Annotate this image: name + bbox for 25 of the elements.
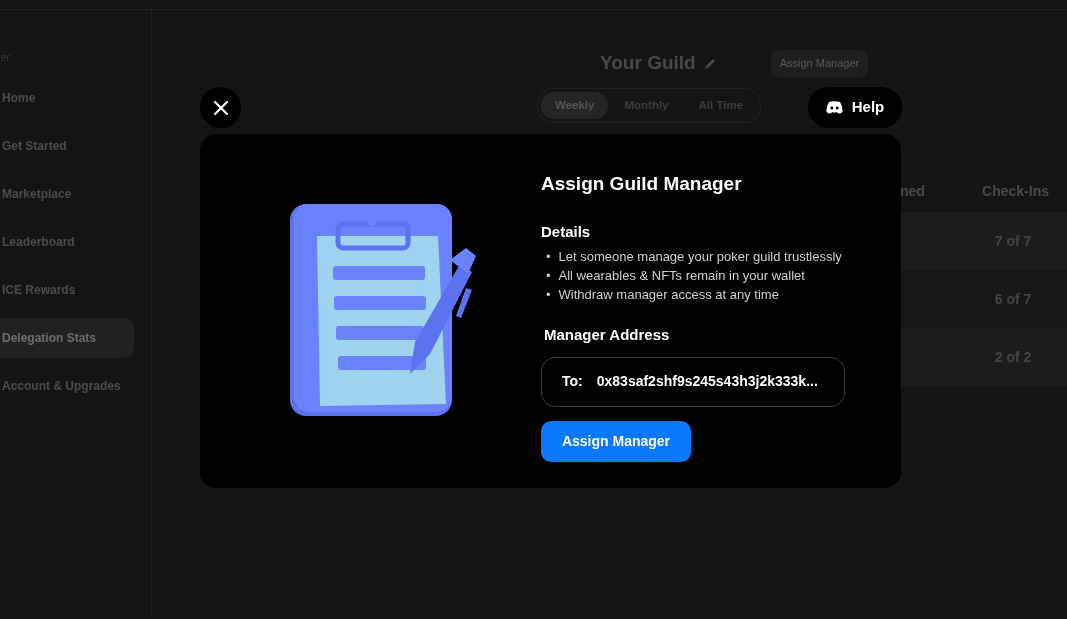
sidebar-item[interactable]: Delegation Stats — [0, 318, 134, 358]
close-button[interactable] — [200, 87, 241, 128]
sidebar-item[interactable]: Leaderboard — [0, 222, 134, 262]
address-value: 0x83saf2shf9s245s43h3j2k333k... — [596, 372, 818, 391]
sidebar-item[interactable]: Marketplace — [0, 174, 134, 214]
sidebar-item[interactable]: Get Started — [0, 126, 134, 166]
sidebar-item[interactable]: Home — [0, 78, 134, 118]
sidebar-item[interactable]: Account & Upgrades — [0, 366, 134, 406]
details-heading: Details — [541, 221, 592, 242]
address-field[interactable]: To: 0x83saf2shf9s245s43h3j2k333k... — [541, 356, 845, 407]
detail-item: Withdraw manager access at any time — [558, 286, 779, 304]
detail-item: Let someone manage your poker guild trustlessly — [558, 248, 842, 266]
modal-title: Assign Guild Manager — [541, 172, 743, 196]
sidebar-item[interactable]: ICE Rewards — [0, 270, 134, 310]
address-prefix: To: — [562, 372, 583, 391]
close-icon — [213, 100, 228, 115]
bullet-mark: • — [546, 267, 551, 285]
assign-manager-chip[interactable]: Assign Manager — [770, 50, 869, 77]
address-label: Manager Address — [544, 325, 671, 345]
assign-manager-button[interactable]: Assign Manager — [541, 420, 691, 462]
detail-item: All wearables & NFTs remain in your wallet — [558, 267, 805, 285]
discord-icon — [825, 101, 843, 114]
bullet-mark: • — [546, 286, 551, 304]
bullet-mark: • — [546, 248, 551, 266]
help-button[interactable]: Help — [808, 87, 902, 128]
